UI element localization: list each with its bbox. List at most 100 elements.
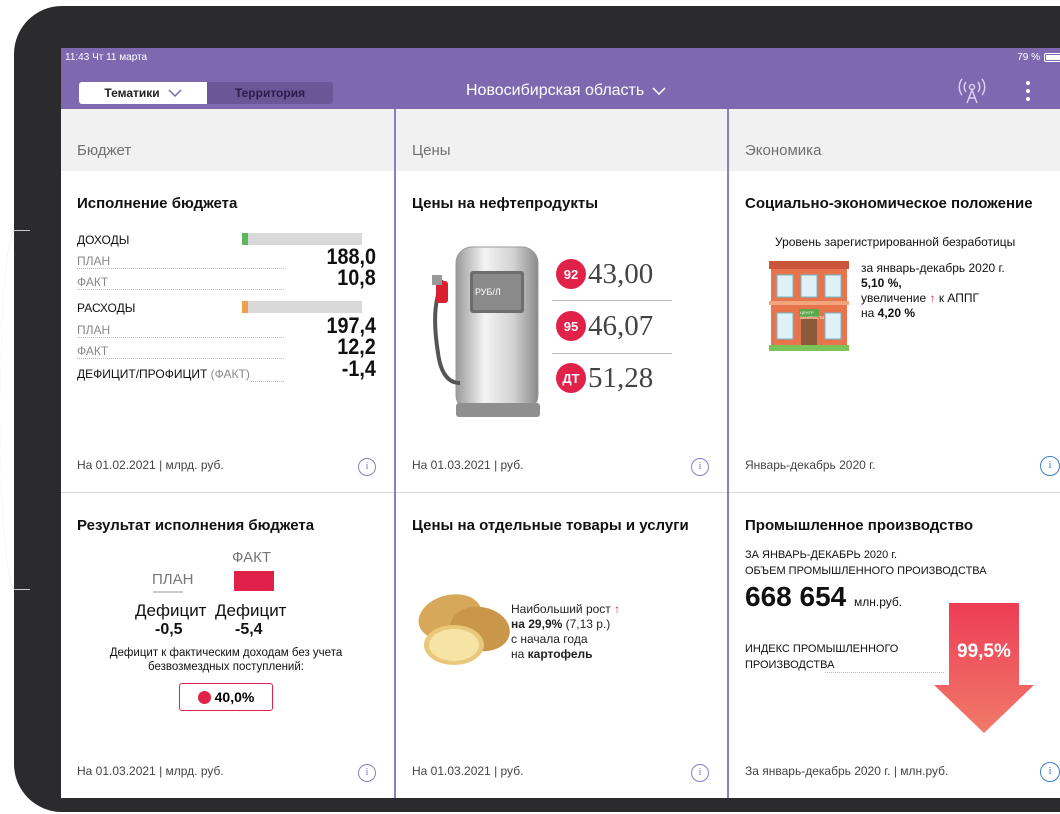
fuel-price: 43,00 <box>588 257 654 290</box>
unemployment-change-value: 4,20 % <box>877 306 915 320</box>
region-selector[interactable]: Новосибирская область <box>466 82 666 100</box>
card-footer: Январь-декабрь 2020 г. <box>745 458 876 472</box>
industry-index-label-1: ИНДЕКС ПРОМЫШЛЕННОГО <box>745 643 899 655</box>
fuel-row-92: 92 43,00 <box>556 251 672 297</box>
unemployment-period: за январь-декабрь 2020 г. <box>861 261 1005 275</box>
card-footer: На 01.02.2021 | млрд. руб. <box>77 458 224 472</box>
arrow-up-icon: ↑ <box>929 291 936 305</box>
industry-volume-value: 668 654 <box>745 581 847 612</box>
fuel-pump-icon <box>432 246 540 417</box>
fuel-price: 51,28 <box>588 361 654 394</box>
plan-deficit-value: -0,5 <box>155 621 183 638</box>
card-footer: На 01.03.2021 | млрд. руб. <box>77 764 224 778</box>
tab-territory[interactable]: Территория <box>207 82 333 104</box>
card-footer: За январь-декабрь 2020 г. | млн.руб. <box>745 764 949 778</box>
industry-index-value: 99,5% <box>957 641 1011 662</box>
chevron-down-icon <box>652 87 666 95</box>
card-title: Социально-экономическое положение <box>745 195 1033 212</box>
deficit-value: -1,4 <box>341 356 376 381</box>
fact-deficit-word: Дефицит <box>215 601 287 620</box>
goods-growth-abs: (7,13 р.) <box>562 617 611 631</box>
info-icon[interactable]: i <box>358 458 376 476</box>
tab-territory-label: Территория <box>234 86 306 100</box>
card-fuel-prices[interactable]: Цены на нефтепродукты РУБ/Л 92 43,00 95 … <box>396 171 727 493</box>
battery-percent: 79 % <box>1017 52 1040 63</box>
clock: 11:43 <box>65 52 90 63</box>
expense-fact-label: ФАКТ <box>77 344 109 358</box>
fuel-price: 46,07 <box>588 309 654 342</box>
plan-deficit-word: Дефицит <box>135 601 207 620</box>
fact-bar <box>234 571 274 591</box>
goods-growth: на 29,9% <box>511 617 563 631</box>
fuel-row-95: 95 46,07 <box>556 303 672 349</box>
more-menu-icon[interactable] <box>1023 79 1033 103</box>
fact-deficit-value: -5,4 <box>235 621 263 638</box>
card-budget-result[interactable]: Результат исполнения бюджета ФАКТ ПЛАН Д… <box>61 493 394 798</box>
column-heading: Цены <box>396 109 727 171</box>
industry-volume: 668 654 млн.руб. <box>745 581 902 613</box>
tablet-frame: 11:43 Чт 11 марта 79 % Тематики Территор… <box>14 6 1060 812</box>
tab-topics[interactable]: Тематики <box>79 82 207 104</box>
card-goods-prices[interactable]: Цены на отдельные товары и услуги Наибол… <box>396 493 727 798</box>
plan-label: ПЛАН <box>152 571 194 588</box>
fuel-grade-badge: 95 <box>556 311 586 341</box>
goods-description: Наибольший рост ↑ на 29,9% (7,13 р.) с н… <box>511 602 620 662</box>
info-icon[interactable]: i <box>691 764 709 782</box>
employment-center-icon <box>769 261 849 351</box>
unemployment-change-prefix: увеличение <box>861 291 927 305</box>
deficit-label-suffix: (ФАКТ) <box>210 367 250 381</box>
expense-progress-bar <box>242 301 362 313</box>
plan-bar <box>153 591 183 593</box>
deficit-percent-badge: 40,0% <box>179 683 273 711</box>
battery-status: 79 % <box>1017 52 1060 63</box>
industry-volume-label: ОБЪЕМ ПРОМЫШЛЕННОГО ПРОИЗВОДСТВА <box>745 565 987 577</box>
goods-line4-prefix: на <box>511 647 528 661</box>
dotted-leader <box>825 672 944 673</box>
deficit-percent: 40,0% <box>214 689 255 705</box>
app-screen: 11:43 Чт 11 марта 79 % Тематики Территор… <box>61 48 1060 798</box>
region-label: Новосибирская область <box>466 82 645 99</box>
card-footer: На 01.03.2021 | руб. <box>412 458 524 472</box>
building-sign: ЦЕНТР ЗАНЯТОСТИ <box>800 310 825 320</box>
battery-icon <box>1044 53 1060 62</box>
arrow-down-icon <box>934 603 1034 733</box>
card-industrial-production[interactable]: Промышленное производство ЗА ЯНВАРЬ-ДЕКА… <box>729 493 1060 798</box>
info-icon[interactable]: i <box>358 764 376 782</box>
divider <box>552 353 672 354</box>
income-fact-value: 10,8 <box>337 265 376 290</box>
expense-plan-label: ПЛАН <box>77 323 111 337</box>
industry-volume-unit: млн.руб. <box>854 595 903 609</box>
unemployment-rate: 5,10 %, <box>861 276 902 290</box>
card-budget-execution[interactable]: Исполнение бюджета ДОХОДЫ ПЛАН 188,0 ФАК… <box>61 171 394 493</box>
info-icon[interactable]: i <box>1040 762 1060 782</box>
deficit-label-text: ДЕФИЦИТ/ПРОФИЦИТ <box>77 367 208 381</box>
card-title: Результат исполнения бюджета <box>77 517 315 534</box>
status-time: 11:43 Чт 11 марта <box>65 52 147 63</box>
card-title: Исполнение бюджета <box>77 195 238 212</box>
industry-index-label-2: ПРОИЗВОДСТВА <box>745 659 835 671</box>
info-icon[interactable]: i <box>691 458 709 476</box>
column-heading: Экономика <box>729 109 1060 171</box>
dotted-leader <box>77 268 284 269</box>
industry-period: ЗА ЯНВАРЬ-ДЕКАБРЬ 2020 г. <box>745 549 898 561</box>
card-socio-economic[interactable]: Социально-экономическое положение Уровен… <box>729 171 1060 493</box>
column-budget: Бюджет Исполнение бюджета ДОХОДЫ ПЛАН 18… <box>61 109 394 798</box>
tab-topics-label: Тематики <box>104 86 160 100</box>
status-date: Чт 11 марта <box>92 52 148 63</box>
income-progress-fill <box>242 233 248 245</box>
goods-product: картофель <box>527 647 593 661</box>
info-icon[interactable]: i <box>1040 456 1060 476</box>
income-label: ДОХОДЫ <box>77 233 130 247</box>
unemployment-change-prefix2: на <box>861 306 878 320</box>
card-footer: На 01.03.2021 | руб. <box>412 764 524 778</box>
pump-label: РУБ/Л <box>475 287 501 297</box>
fuel-grade-badge: ДТ <box>556 363 586 393</box>
potato-icon <box>418 594 510 665</box>
card-title: Цены на отдельные товары и услуги <box>412 517 689 534</box>
unemployment-text: за январь-декабрь 2020 г. 5,10 %, увелич… <box>861 261 1005 321</box>
deficit-note: Дефицит к фактическим доходам без учета … <box>109 647 343 673</box>
goods-line1: Наибольший рост <box>511 602 611 616</box>
income-plan-label: ПЛАН <box>77 254 111 268</box>
broadcast-icon[interactable] <box>957 78 987 104</box>
unemployment-subtitle: Уровень зарегистрированной безработицы <box>775 235 1016 249</box>
